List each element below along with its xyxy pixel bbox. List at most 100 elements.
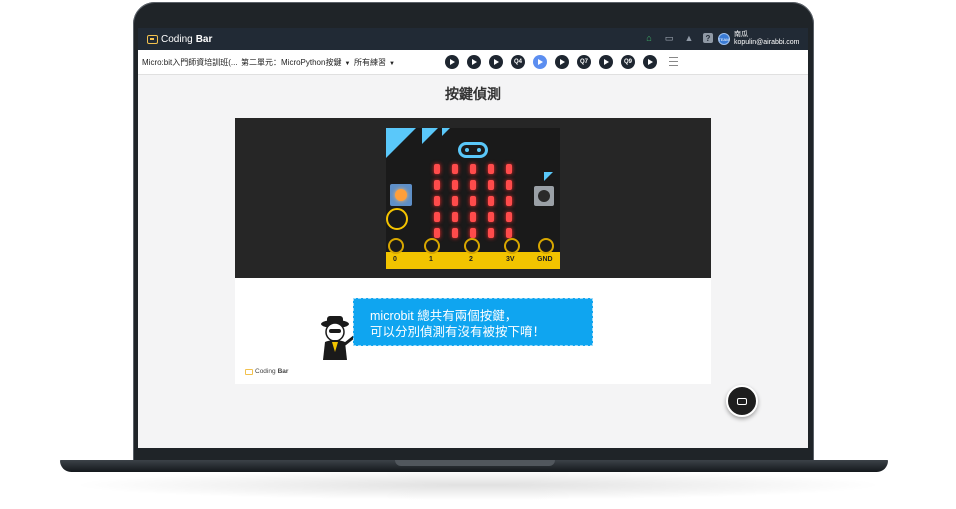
led: [488, 212, 494, 222]
play-button[interactable]: [467, 55, 481, 69]
quiz-button[interactable]: Q4: [511, 55, 525, 69]
play-icon: [560, 59, 565, 65]
led: [506, 180, 512, 190]
practice-dropdown[interactable]: 所有練習 ▼: [354, 57, 395, 68]
play-icon: [538, 59, 543, 65]
button-b: [534, 186, 554, 206]
led: [506, 212, 512, 222]
microbit-logo: [458, 142, 488, 158]
connector-pin: [388, 238, 404, 254]
led: [434, 228, 440, 238]
led: [470, 164, 476, 174]
led: [506, 228, 512, 238]
logo-icon: [147, 34, 158, 44]
led: [470, 196, 476, 206]
page-title: 按鍵偵測: [445, 86, 501, 102]
message-icon: [737, 397, 747, 405]
home-icon[interactable]: ⌂: [643, 32, 655, 44]
play-icon: [494, 59, 499, 65]
play-button[interactable]: [533, 55, 547, 69]
user-info[interactable]: 南瓜 kopulin@airabbi.com: [734, 31, 799, 47]
chat-button[interactable]: [726, 385, 758, 417]
logo-icon: [245, 368, 253, 375]
speech-line-2: 可以分別偵測有沒有被按下唷！: [370, 325, 546, 339]
user-email: kopulin@airabbi.com: [734, 39, 800, 46]
corner-triangle: [386, 128, 416, 158]
speech-bubble: microbit 總共有兩個按鍵， 可以分別偵測有沒有被按下唷！: [353, 298, 593, 346]
edge-connector: 0 1 2 3V GND: [386, 238, 560, 269]
pin-label: 2: [469, 256, 473, 263]
card-logo: Coding Bar: [245, 368, 288, 375]
practice-label: 所有練習: [354, 58, 386, 67]
play-icon: [450, 59, 455, 65]
laptop-shadow: [70, 470, 886, 500]
play-button[interactable]: [555, 55, 569, 69]
unit-name: 第二單元：MicroPython按鍵: [241, 58, 342, 67]
top-icons: ⌂ ▭ ▲ ?: [643, 32, 713, 44]
led: [452, 228, 458, 238]
led: [488, 180, 494, 190]
led: [452, 212, 458, 222]
play-button[interactable]: [643, 55, 657, 69]
quiz-button[interactable]: Q9: [621, 55, 635, 69]
play-button[interactable]: [489, 55, 503, 69]
corner-triangle: [422, 128, 438, 144]
brand-bold: Bar: [195, 33, 213, 45]
lesson-steps: Q4 Q7 Q9: [445, 55, 657, 69]
led: [434, 180, 440, 190]
led: [452, 180, 458, 190]
pin-label: GND: [537, 256, 553, 263]
quiz-button[interactable]: Q7: [577, 55, 591, 69]
play-icon: [604, 59, 609, 65]
card-logo-bold: Bar: [277, 368, 289, 375]
pin-label: 1: [429, 256, 433, 263]
help-icon[interactable]: ?: [703, 33, 713, 43]
avatar[interactable]: TEAM: [718, 33, 730, 45]
chat-icon[interactable]: ▭: [663, 32, 675, 44]
laptop-hinge: [395, 460, 555, 466]
caret-down-icon: ▼: [344, 61, 351, 67]
highlight-ring: [386, 208, 408, 230]
led: [434, 164, 440, 174]
play-button[interactable]: [445, 55, 459, 69]
bell-icon[interactable]: ▲: [683, 32, 695, 44]
lesson-caption: microbit 總共有兩個按鍵， 可以分別偵測有沒有被按下唷！ Coding B…: [235, 278, 711, 384]
corner-triangle: [442, 128, 450, 136]
app-logo[interactable]: Coding Bar: [147, 32, 212, 46]
connector-pin: [464, 238, 480, 254]
user-name: 南瓜: [734, 31, 748, 38]
play-button[interactable]: [599, 55, 613, 69]
course-navbar: Micro:bit入門師資培訓班(... 第二單元：MicroPython按鍵 ▼…: [138, 50, 808, 75]
course-selector[interactable]: Micro:bit入門師資培訓班(...: [142, 57, 238, 68]
connector-pin: [504, 238, 520, 254]
microbit-illustration: 0 1 2 3V GND: [386, 128, 560, 269]
button-a: [390, 184, 412, 206]
play-icon: [648, 59, 653, 65]
pin-label: 0: [393, 256, 397, 263]
led: [488, 164, 494, 174]
video-stage[interactable]: 0 1 2 3V GND: [235, 118, 711, 278]
corner-triangle: [544, 172, 553, 181]
connector-pin: [424, 238, 440, 254]
led: [434, 212, 440, 222]
caret-down-icon: ▼: [389, 61, 395, 67]
unit-dropdown[interactable]: 第二單元：MicroPython按鍵 ▼: [241, 57, 350, 68]
led: [506, 196, 512, 206]
connector-pin: [538, 238, 554, 254]
screen: Coding Bar ⌂ ▭ ▲ ? TEAM 南瓜 kopulin@airabb…: [138, 28, 808, 448]
top-bar: Coding Bar ⌂ ▭ ▲ ? TEAM 南瓜 kopulin@airabb…: [138, 28, 808, 50]
led: [452, 196, 458, 206]
led: [506, 164, 512, 174]
pin-label: 3V: [506, 256, 515, 263]
led: [452, 164, 458, 174]
play-icon: [472, 59, 477, 65]
avatar-text: TEAM: [718, 36, 730, 42]
brand-prefix: Coding: [161, 33, 193, 45]
menu-icon[interactable]: [669, 57, 678, 66]
led: [470, 228, 476, 238]
lesson-card: 0 1 2 3V GND microbit 總共有兩個按鍵， 可以分別偵測有沒有被按下唷…: [235, 118, 711, 384]
led: [488, 196, 494, 206]
course-name: Micro:bit入門師資培訓班(...: [142, 58, 238, 67]
card-logo-prefix: Coding: [255, 368, 276, 375]
led: [488, 228, 494, 238]
